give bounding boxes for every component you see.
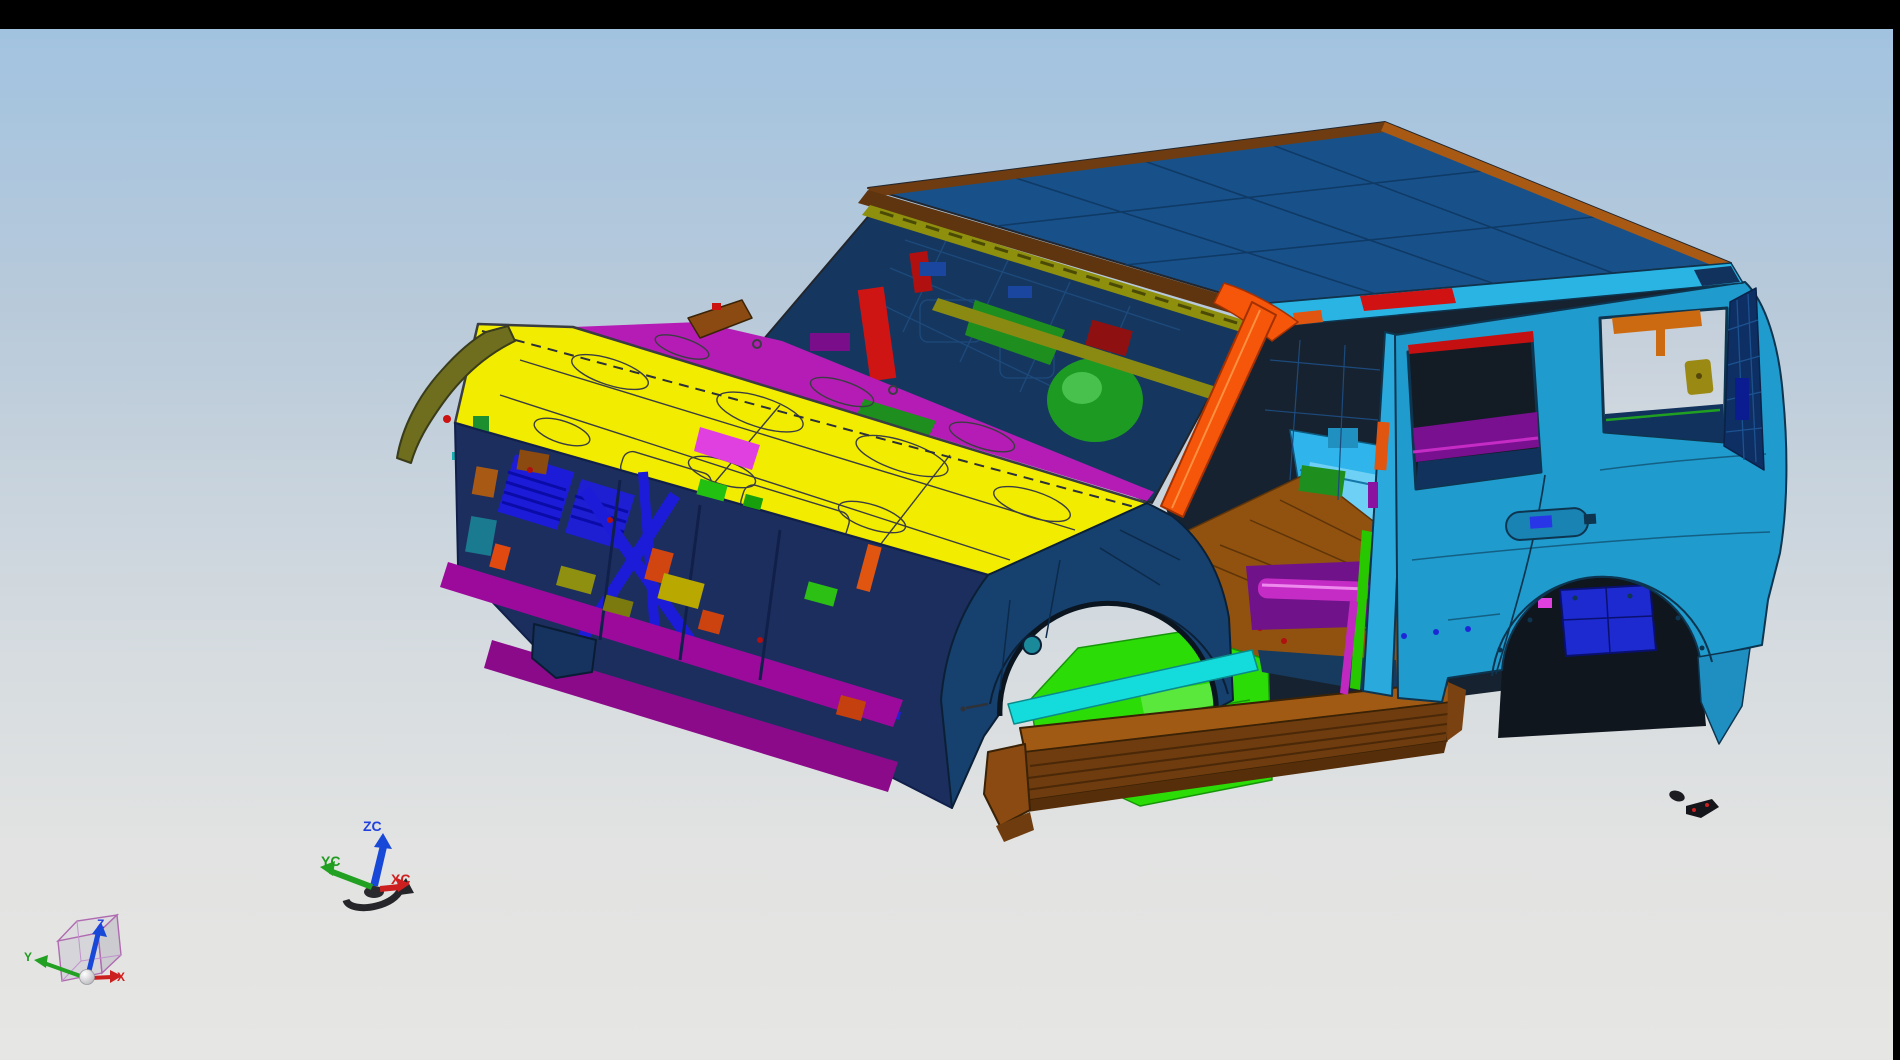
bolt — [1676, 616, 1681, 621]
cowl-purple-bracket — [810, 333, 850, 351]
blade-red-dot — [443, 415, 451, 423]
acs-y-label: Y — [24, 950, 32, 964]
d-pillar-blue-patch — [1735, 378, 1749, 420]
rocker-right-cap — [1447, 682, 1466, 741]
clip-red-dot — [607, 517, 613, 523]
bolt — [1628, 594, 1633, 599]
bolt — [1700, 646, 1705, 651]
loose-part-red-dot — [1705, 803, 1709, 807]
dot — [1401, 633, 1407, 639]
door-handle-glint — [1530, 515, 1553, 529]
rocker-left-cap — [984, 744, 1030, 826]
loose-part-red-dot — [1692, 808, 1696, 812]
acs-z-label: Z — [97, 917, 104, 931]
dot — [1433, 629, 1439, 635]
quarter-window-orange-hook — [1656, 326, 1665, 356]
clip-red-dot — [757, 637, 763, 643]
cowl-red-clip — [712, 303, 721, 310]
wcs-z-label: ZC — [363, 818, 382, 834]
bolt — [1528, 618, 1533, 623]
application-window: ZC YC XC Z Y X — [0, 0, 1900, 1060]
door-opening-cyan-bracket — [1328, 428, 1358, 448]
acs-origin-sphere[interactable] — [80, 970, 95, 985]
rear-tusk[interactable] — [1698, 648, 1750, 744]
wcs-y-label: YC — [321, 853, 340, 869]
door-lock-button — [1584, 514, 1597, 525]
olive-tag-hole — [1696, 373, 1702, 379]
car-body-in-white-model[interactable] — [397, 122, 1786, 842]
wcs-triad[interactable]: ZC YC XC — [320, 818, 414, 908]
acs-y-arrowhead — [34, 955, 48, 968]
blue-bracket — [920, 262, 946, 276]
bolt — [1573, 596, 1578, 601]
wcs-x-axis[interactable] — [380, 887, 400, 889]
dot — [1465, 626, 1471, 632]
blue-bracket — [1008, 286, 1032, 298]
wheelhouse-dome-highlight — [1062, 372, 1102, 404]
wcs-z-arrowhead — [374, 833, 392, 849]
wcs-x-label: XC — [391, 871, 410, 887]
wcs-z-axis[interactable] — [370, 845, 387, 886]
jack-pin-dot — [961, 707, 966, 712]
loose-part-small[interactable] — [1668, 789, 1686, 804]
wcs-y-axis[interactable] — [330, 871, 372, 887]
arch-magenta-clip — [1538, 598, 1552, 608]
clip-red-dot — [527, 467, 533, 473]
floor-weld-dot — [1281, 638, 1287, 644]
3d-viewport[interactable]: ZC YC XC Z Y X — [0, 0, 1900, 1060]
loose-part-long[interactable] — [1686, 799, 1719, 818]
acs-x-label: X — [117, 970, 125, 984]
loose-parts[interactable] — [1668, 789, 1719, 818]
b-pillar-purple-clip — [1368, 482, 1378, 508]
acs-triad[interactable]: Z Y X — [24, 915, 125, 985]
fender-hole — [1023, 636, 1041, 654]
